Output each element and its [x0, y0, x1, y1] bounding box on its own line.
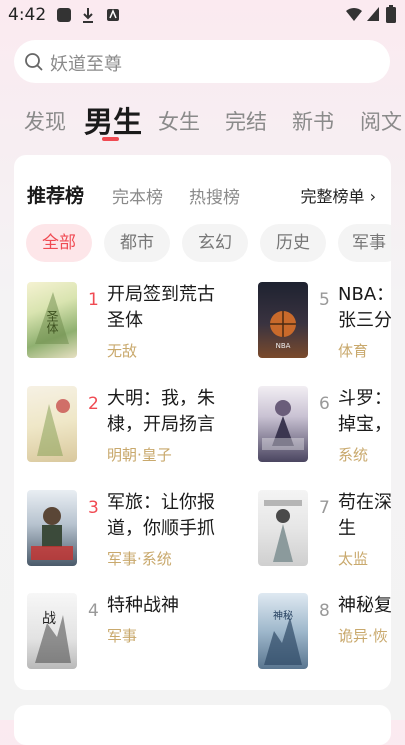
- rank-number: 6: [319, 394, 330, 414]
- book-tag: 明朝·皇子: [107, 446, 172, 464]
- full-list-link[interactable]: 完整榜单 ›: [301, 183, 377, 207]
- book-tag: 军事·系统: [107, 550, 172, 568]
- book-cover: [258, 490, 308, 566]
- app-notification-icon: [57, 8, 71, 22]
- book-tag: 体育: [338, 342, 369, 360]
- rank-number: 3: [88, 498, 99, 518]
- book-title: NBA： 张三分: [338, 284, 391, 331]
- ranking-card: 推荐榜 完本榜 热搜榜 完整榜单 › 全部 都市 玄幻 历史 军事 圣体 1 开…: [14, 155, 391, 690]
- search-placeholder: 妖道至尊: [50, 54, 122, 75]
- rank-number: 8: [319, 601, 330, 621]
- book-item[interactable]: 圣体 1 开局签到荒古 圣体 无敌: [27, 282, 247, 360]
- book-cover: [27, 386, 77, 462]
- book-title: 特种战神: [107, 595, 179, 616]
- search-icon: [25, 53, 43, 71]
- book-title: 军旅：让你报 道，你顺手抓: [107, 492, 215, 539]
- rank-number: 2: [88, 394, 99, 414]
- book-title: 大明：我，朱 棣，开局扬言: [107, 388, 215, 435]
- book-cover: [27, 490, 77, 566]
- book-title: 苟在深生: [338, 492, 391, 539]
- svg-text:战: 战: [42, 611, 56, 627]
- book-cover: 战: [27, 593, 77, 669]
- signal-icon: [367, 7, 379, 21]
- book-title: 斗罗： 掉宝，: [338, 388, 391, 435]
- book-item[interactable]: 3 军旅：让你报 道，你顺手抓 军事·系统: [27, 490, 247, 568]
- status-time: 4:42: [8, 5, 47, 25]
- book-item[interactable]: 战 4 特种战神 军事: [27, 593, 247, 671]
- svg-text:神秘: 神秘: [273, 609, 293, 622]
- book-tag: 诡异·恢: [338, 627, 388, 645]
- book-item[interactable]: 2 大明：我，朱 棣，开局扬言 明朝·皇子: [27, 386, 247, 464]
- svg-text:圣体: 圣体: [45, 310, 59, 335]
- tab-completed[interactable]: 完结: [225, 106, 267, 136]
- book-item[interactable]: NBA 5 NBA： 张三分 体育: [258, 282, 391, 360]
- rank-number: 5: [319, 290, 330, 310]
- battery-icon: [386, 5, 396, 23]
- rank-number: 1: [88, 290, 99, 310]
- book-cover: 神秘: [258, 593, 308, 669]
- book-tag: 无敌: [107, 342, 138, 360]
- book-cover: 圣体: [27, 282, 77, 358]
- app-icon: [107, 9, 119, 21]
- book-item[interactable]: 7 苟在深生 太监: [258, 490, 391, 568]
- category-chip-fantasy[interactable]: 玄幻: [182, 224, 248, 262]
- category-chip-military[interactable]: 军事: [338, 224, 391, 262]
- book-cover: NBA: [258, 282, 308, 358]
- book-title: 神秘复: [338, 595, 391, 616]
- category-chip-history[interactable]: 历史: [260, 224, 326, 262]
- book-title: 开局签到荒古 圣体: [107, 284, 215, 331]
- rank-tab-completed[interactable]: 完本榜: [112, 183, 163, 208]
- rank-tab-recommend[interactable]: 推荐榜: [27, 181, 84, 208]
- svg-text:NBA: NBA: [276, 342, 291, 350]
- tab-discover[interactable]: 发现: [24, 106, 66, 136]
- tab-female[interactable]: 女生: [158, 106, 200, 136]
- next-section-card: [14, 705, 391, 745]
- tab-male[interactable]: 男生: [84, 99, 142, 141]
- book-item[interactable]: 6 斗罗： 掉宝， 系统: [258, 386, 391, 464]
- status-bar: 4:42: [0, 0, 405, 30]
- category-chip-all[interactable]: 全部: [26, 224, 92, 262]
- book-tag: 太监: [338, 550, 369, 568]
- tab-new-books[interactable]: 新书: [292, 106, 334, 136]
- download-icon: [83, 8, 93, 23]
- rank-tab-hot-search[interactable]: 热搜榜: [189, 183, 240, 208]
- search-bar[interactable]: 妖道至尊: [14, 40, 390, 83]
- book-tag: 军事: [107, 627, 138, 645]
- book-item[interactable]: 神秘 8 神秘复 诡异·恢: [258, 593, 391, 671]
- category-chip-urban[interactable]: 都市: [104, 224, 170, 262]
- rank-number: 7: [319, 498, 330, 518]
- book-cover: [258, 386, 308, 462]
- book-tag: 系统: [338, 446, 369, 464]
- rank-number: 4: [88, 601, 99, 621]
- active-tab-indicator: [102, 137, 119, 141]
- tab-yuewen[interactable]: 阅文: [360, 106, 402, 136]
- wifi-icon: [346, 7, 362, 21]
